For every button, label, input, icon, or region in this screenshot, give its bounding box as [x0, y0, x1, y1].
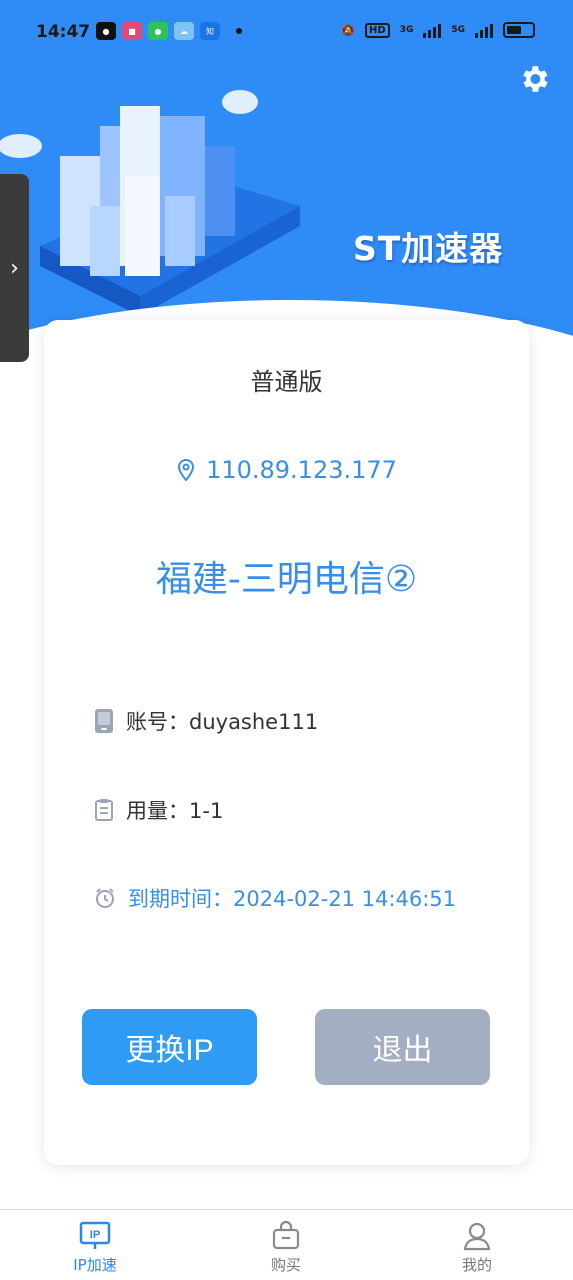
ip-address: 110.89.123.177 — [206, 456, 397, 484]
user-icon — [463, 1222, 491, 1251]
signal-icon-1 — [423, 22, 442, 38]
wechat-icon: ● — [96, 22, 116, 40]
status-time: 14:47 — [36, 22, 91, 42]
phone-icon — [95, 709, 113, 733]
gear-icon[interactable] — [517, 62, 551, 96]
account-card: 普通版 110.89.123.177 福建-三明电信② 账号：duyashe11… — [44, 320, 529, 1165]
ip-icon: IP — [79, 1221, 111, 1249]
app-icon: ■ — [122, 22, 142, 40]
expire-label: 到期时间：2024-02-21 14:46:51 — [128, 887, 457, 911]
mute-icon: 🔕 — [341, 23, 356, 37]
signal-icon-2 — [475, 22, 493, 38]
network-label-1: 3G — [399, 25, 414, 35]
bottom-navigation: IP IP加速 购买 我的 — [0, 1209, 573, 1280]
plan-label: 普通版 — [250, 368, 323, 396]
nav-label-buy: 购买 — [270, 1256, 301, 1274]
change-ip-button[interactable]: 更换IP — [82, 1009, 257, 1085]
city-illustration — [0, 90, 300, 316]
bag-icon — [272, 1221, 300, 1250]
account-label: 账号：duyashe111 — [126, 710, 319, 734]
nav-item-buy[interactable]: 购买 — [226, 1220, 346, 1275]
account-row: 账号：duyashe111 — [94, 706, 318, 736]
server-location: 福建-三明电信② — [155, 559, 418, 600]
battery-icon — [503, 22, 535, 38]
svg-text:IP: IP — [90, 1229, 100, 1241]
usage-row: 用量：1-1 — [94, 795, 223, 825]
status-bar: 14:47 ● ■ ● ☁ 知 🔕 HD 3G 5G — [0, 0, 573, 64]
usage-label: 用量：1-1 — [126, 799, 224, 823]
location-pin-icon — [178, 458, 195, 482]
chevron-right-icon: › — [10, 255, 19, 281]
more-notifications-dot — [236, 28, 242, 34]
notification-icons: ● ■ ● ☁ 知 — [96, 22, 242, 40]
nav-item-mine[interactable]: 我的 — [417, 1220, 537, 1275]
status-right: 🔕 HD 3G 5G — [341, 22, 535, 38]
hd-badge: HD — [365, 22, 390, 38]
weather-icon: ☁ — [174, 22, 194, 40]
logout-button[interactable]: 退出 — [315, 1009, 490, 1085]
zhihu-icon: 知 — [200, 22, 220, 40]
nav-item-ip-acceleration[interactable]: IP IP加速 — [35, 1220, 155, 1275]
alarm-clock-icon — [96, 888, 114, 908]
network-label-2: 5G — [451, 25, 465, 35]
ip-address-row: 110.89.123.177 — [44, 456, 529, 484]
nav-label-ip: IP加速 — [73, 1256, 117, 1274]
nav-label-mine: 我的 — [461, 1256, 492, 1274]
side-drawer-handle[interactable]: › — [0, 174, 29, 362]
expire-row: 到期时间：2024-02-21 14:46:51 — [94, 883, 456, 913]
clipboard-icon — [95, 799, 113, 821]
wechat-green-icon: ● — [148, 22, 168, 40]
brand-title: ST加速器 — [353, 229, 504, 268]
